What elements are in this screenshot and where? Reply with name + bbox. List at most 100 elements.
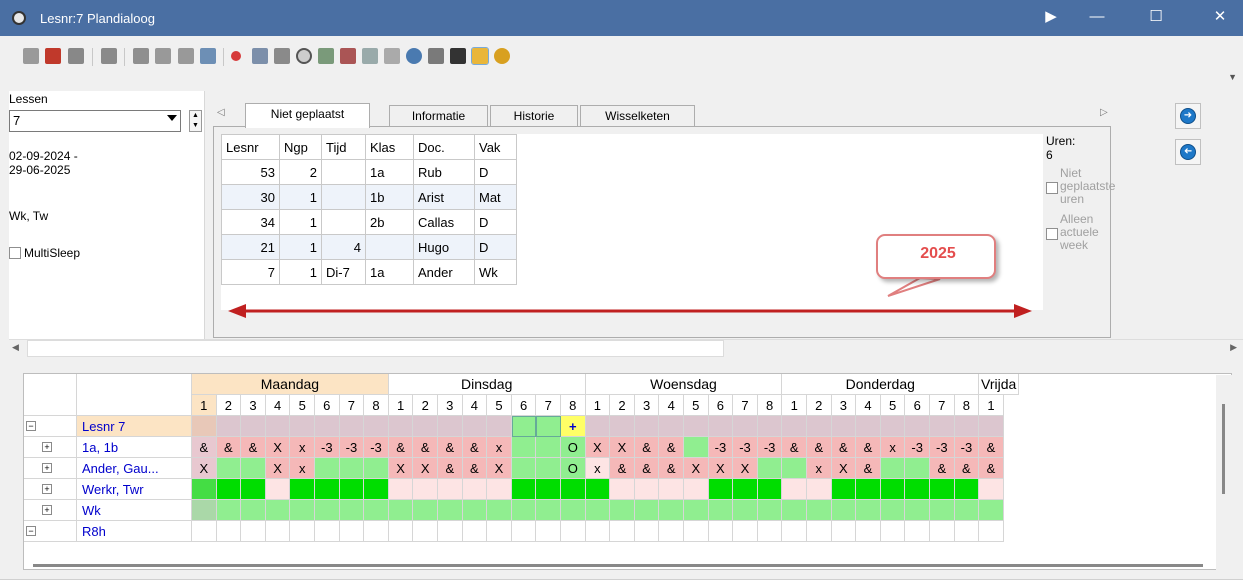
hour-header[interactable]: 7	[733, 395, 758, 416]
schedule-cell[interactable]: -3	[757, 437, 783, 458]
hour-header[interactable]: 4	[659, 395, 684, 416]
schedule-cell[interactable]: X	[487, 458, 512, 479]
lesson-cell[interactable]	[905, 416, 930, 437]
schedule-cell[interactable]: &	[192, 437, 217, 458]
schedule-cell[interactable]: -3	[905, 437, 930, 458]
hour-header[interactable]: 6	[511, 395, 537, 416]
schedule-cell[interactable]	[438, 500, 463, 521]
schedule-cell[interactable]	[659, 500, 684, 521]
schedule-cell[interactable]	[905, 479, 930, 500]
schedule-cell[interactable]: X	[684, 458, 709, 479]
schedule-cell[interactable]	[930, 479, 955, 500]
lesson-cell[interactable]	[536, 416, 561, 437]
lesson-cell[interactable]	[487, 416, 512, 437]
tree-node[interactable]: +	[24, 500, 77, 521]
lesson-cell[interactable]	[315, 416, 340, 437]
day-header-1[interactable]: Dinsdag	[388, 374, 586, 395]
schedule-cell[interactable]: &	[856, 437, 881, 458]
schedule-cell[interactable]	[954, 479, 980, 500]
schedule-cell[interactable]: -3	[315, 437, 340, 458]
schedule-cell[interactable]: O	[561, 458, 586, 479]
schedule-cell[interactable]	[856, 479, 881, 500]
schedule-cell[interactable]	[757, 479, 783, 500]
hour-header[interactable]: 5	[290, 395, 315, 416]
lesson-cell[interactable]	[462, 416, 488, 437]
row-label[interactable]: R8h	[77, 521, 192, 542]
row-label[interactable]: Ander, Gau...	[77, 458, 192, 479]
schedule-cell[interactable]	[782, 458, 807, 479]
expand-icon[interactable]: +	[42, 484, 52, 494]
scroll-right-icon[interactable]: ▶	[1230, 342, 1237, 353]
schedule-cell[interactable]	[364, 458, 389, 479]
schedule-cell[interactable]	[536, 458, 561, 479]
schedule-cell[interactable]: x	[487, 437, 512, 458]
hour-header[interactable]: 6	[315, 395, 340, 416]
schedule-cell[interactable]: &	[413, 437, 438, 458]
schedule-cell[interactable]: &	[782, 437, 807, 458]
schedule-cell[interactable]	[757, 500, 783, 521]
schedule-cell[interactable]	[462, 521, 488, 542]
hour-header[interactable]: 3	[438, 395, 463, 416]
schedule-cell[interactable]	[290, 500, 315, 521]
schedule-cell[interactable]	[880, 500, 906, 521]
schedule-horizontal-scrollbar[interactable]	[33, 564, 1203, 567]
schedule-cell[interactable]: O	[561, 437, 586, 458]
lesson-cell[interactable]	[782, 416, 807, 437]
schedule-cell[interactable]: x	[290, 437, 315, 458]
schedule-cell[interactable]	[757, 458, 783, 479]
schedule-cell[interactable]	[315, 479, 340, 500]
schedule-cell[interactable]	[487, 479, 512, 500]
schedule-cell[interactable]	[610, 521, 635, 542]
hour-header[interactable]: 2	[807, 395, 832, 416]
schedule-cell[interactable]	[290, 479, 315, 500]
schedule-cell[interactable]	[315, 458, 340, 479]
schedule-cell[interactable]	[610, 479, 635, 500]
lesson-cell[interactable]	[290, 416, 315, 437]
schedule-cell[interactable]: X	[265, 437, 291, 458]
schedule-cell[interactable]	[733, 479, 758, 500]
schedule-cell[interactable]	[290, 521, 315, 542]
schedule-cell[interactable]: &	[979, 437, 1004, 458]
schedule-cell[interactable]	[905, 500, 930, 521]
hour-header[interactable]: 7	[930, 395, 955, 416]
schedule-cell[interactable]	[807, 500, 832, 521]
hour-header[interactable]: 7	[339, 395, 365, 416]
schedule-cell[interactable]	[536, 479, 561, 500]
schedule-cell[interactable]	[413, 479, 438, 500]
hour-header[interactable]: 5	[880, 395, 906, 416]
schedule-cell[interactable]	[684, 521, 709, 542]
tree-node[interactable]: −	[24, 521, 77, 542]
schedule-cell[interactable]	[339, 500, 365, 521]
schedule-cell[interactable]	[487, 500, 512, 521]
lesson-cell[interactable]	[733, 416, 758, 437]
schedule-cell[interactable]	[684, 500, 709, 521]
lesson-cell[interactable]	[585, 416, 611, 437]
schedule-cell[interactable]: -3	[708, 437, 734, 458]
schedule-cell[interactable]: X	[708, 458, 734, 479]
schedule-cell[interactable]	[856, 500, 881, 521]
schedule-cell[interactable]	[536, 500, 561, 521]
schedule-cell[interactable]	[634, 521, 660, 542]
schedule-cell[interactable]	[831, 521, 857, 542]
schedule-cell[interactable]	[216, 458, 242, 479]
schedule-cell[interactable]	[733, 500, 758, 521]
lesson-cell[interactable]	[856, 416, 881, 437]
lesson-cell[interactable]	[930, 416, 955, 437]
hour-header[interactable]: 8	[757, 395, 783, 416]
schedule-cell[interactable]	[438, 479, 463, 500]
schedule-cell[interactable]	[856, 521, 881, 542]
horizontal-scrollbar[interactable]: ◀ ▶	[9, 339, 1243, 357]
schedule-cell[interactable]: X	[413, 458, 438, 479]
schedule-cell[interactable]	[438, 521, 463, 542]
schedule-cell[interactable]: &	[462, 437, 488, 458]
hour-header[interactable]: 1	[388, 395, 414, 416]
schedule-cell[interactable]: &	[634, 458, 660, 479]
lesson-cell[interactable]	[757, 416, 783, 437]
hour-header[interactable]: 1	[585, 395, 611, 416]
collapse-icon[interactable]: −	[26, 526, 36, 536]
day-header-4[interactable]: Vrijda	[979, 374, 1020, 395]
schedule-cell[interactable]	[413, 500, 438, 521]
schedule-cell[interactable]: x	[880, 437, 906, 458]
hour-header[interactable]: 1	[192, 395, 217, 416]
schedule-cell[interactable]	[241, 500, 266, 521]
